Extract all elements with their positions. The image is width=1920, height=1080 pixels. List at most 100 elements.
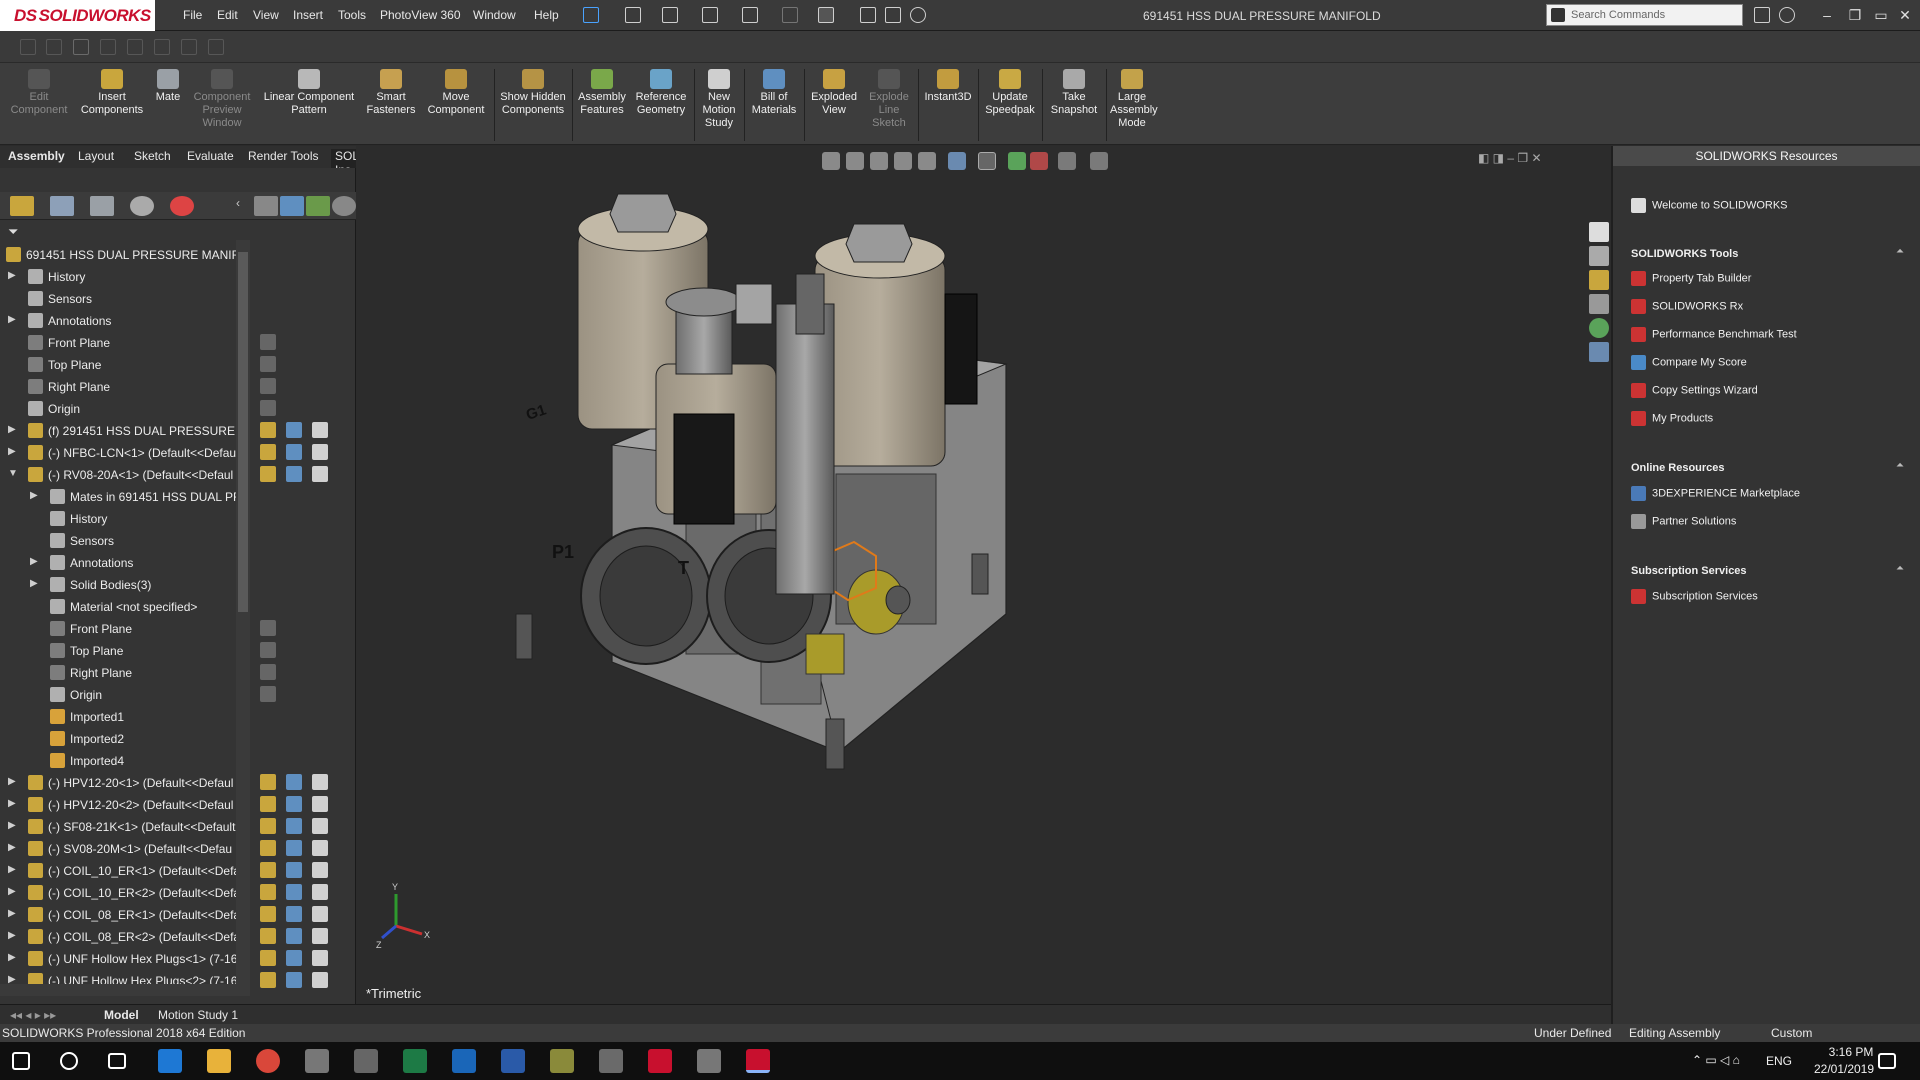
component-state-icon[interactable] [312, 928, 328, 944]
tree-item[interactable]: Right Plane [0, 376, 240, 398]
tree-item[interactable]: Material <not specified> [0, 596, 240, 618]
solidworks-active-icon[interactable] [746, 1049, 770, 1073]
previous-view-icon[interactable] [870, 152, 888, 170]
tree-item[interactable]: ▶ (-) SV08-20M<1> (Default<<Defau [0, 838, 240, 860]
tree-item[interactable]: ▶ (-) COIL_10_ER<2> (Default<<Defa [0, 882, 240, 904]
tree-item[interactable]: ▶ (f) 291451 HSS DUAL PRESSURE MA [0, 420, 240, 442]
visibility-icon[interactable] [260, 686, 276, 702]
collapse-icon[interactable]: ⏶ [1896, 246, 1904, 257]
tree-expander-icon[interactable]: ▶ [8, 952, 18, 963]
component-state-icon[interactable] [286, 906, 302, 922]
tree-item[interactable]: Sensors [0, 288, 240, 310]
tree-expander-icon[interactable]: ▶ [8, 314, 18, 325]
menu-photoview[interactable]: PhotoView 360 [380, 8, 461, 22]
edit-appearance-icon[interactable] [1030, 152, 1048, 170]
visibility-icon[interactable] [260, 664, 276, 680]
tree-expander-icon[interactable]: ▶ [8, 446, 18, 457]
tree-expander-icon[interactable]: ▶ [8, 820, 18, 831]
tree-expander-icon[interactable]: ▶ [8, 930, 18, 941]
custom-properties-icon[interactable] [1589, 342, 1609, 362]
chrome-icon[interactable] [256, 1049, 280, 1073]
print-icon[interactable] [742, 7, 758, 23]
component-state-icon[interactable] [312, 422, 328, 438]
tab-assembly[interactable]: Assembly [8, 149, 65, 163]
component-state-icon[interactable] [312, 466, 328, 482]
home-icon[interactable] [1589, 222, 1609, 242]
reference-geometry-button[interactable]: Reference Geometry [632, 67, 690, 117]
appearances-icon[interactable] [1589, 318, 1609, 338]
tree-item[interactable]: Right Plane [0, 662, 240, 684]
clock-date[interactable]: 22/01/2019 [1799, 1062, 1889, 1076]
toolbar-icon[interactable] [20, 39, 36, 55]
tree-item[interactable]: History [0, 508, 240, 530]
tree-item[interactable]: ▶ (-) COIL_08_ER<2> (Default<<Defa [0, 926, 240, 948]
edge-icon[interactable] [158, 1049, 182, 1073]
component-state-icon[interactable] [312, 840, 328, 856]
component-state-icon[interactable] [286, 466, 302, 482]
help-icon[interactable] [1779, 7, 1795, 23]
tree-expander-icon[interactable]: ▶ [8, 270, 18, 281]
component-state-icon[interactable] [260, 422, 276, 438]
tab-layout[interactable]: Layout [78, 149, 114, 163]
assembly-features-button[interactable]: Assembly Features [576, 67, 628, 117]
tree-expander-icon[interactable]: ▶ [30, 578, 40, 589]
menu-view[interactable]: View [253, 8, 279, 22]
select-arrow-icon[interactable] [818, 7, 834, 23]
apply-scene-icon[interactable] [1058, 152, 1076, 170]
component-state-icon[interactable] [312, 444, 328, 460]
toolbar-icon[interactable] [181, 39, 197, 55]
visibility-icon[interactable] [260, 620, 276, 636]
pdf-icon[interactable] [599, 1049, 623, 1073]
pin-icon[interactable] [583, 7, 599, 23]
component-state-icon[interactable] [286, 774, 302, 790]
tree-item[interactable]: Front Plane [0, 618, 240, 640]
bill-of-materials-button[interactable]: Bill of Materials [748, 67, 800, 117]
tree-expander-icon[interactable]: ▶ [8, 798, 18, 809]
tab-render-tools[interactable]: Render Tools [248, 149, 319, 163]
tree-item[interactable]: Origin [0, 398, 240, 420]
component-state-icon[interactable] [312, 862, 328, 878]
file-properties-icon[interactable] [885, 7, 901, 23]
tree-expander-icon[interactable]: ▼ [8, 468, 18, 479]
action-center-icon[interactable] [1878, 1053, 1896, 1069]
windows-start-icon[interactable] [12, 1052, 30, 1070]
component-state-icon[interactable] [286, 840, 302, 856]
search-scope-icon[interactable] [1551, 8, 1565, 22]
large-assembly-mode-button[interactable]: Large Assembly Mode [1110, 67, 1158, 130]
connector-right[interactable] [944, 293, 978, 405]
app-icon[interactable] [354, 1049, 378, 1073]
menu-insert[interactable]: Insert [293, 8, 323, 22]
options-gear-icon[interactable] [910, 7, 926, 23]
compare-my-score-link[interactable]: Compare My Score [1631, 355, 1747, 373]
zoom-to-fit-icon[interactable] [822, 152, 840, 170]
toolbar-icon[interactable] [127, 39, 143, 55]
save-icon[interactable] [702, 7, 718, 23]
solidworks-logo[interactable]: DS SOLIDWORKS [0, 0, 155, 31]
cortana-icon[interactable] [60, 1052, 78, 1070]
tree-item[interactable]: Imported2 [0, 728, 240, 750]
tree-horizontal-scrollbar[interactable] [0, 984, 250, 996]
tree-item[interactable]: ▶ Solid Bodies(3) [0, 574, 240, 596]
tree-item[interactable]: ▶ Annotations [0, 310, 240, 332]
visibility-icon[interactable] [260, 334, 276, 350]
component-preview-window-button[interactable]: Component Preview Window [188, 67, 256, 130]
collapse-icon[interactable]: ⏶ [1896, 563, 1904, 574]
subscription-services-link[interactable]: Subscription Services [1631, 589, 1758, 607]
menu-help[interactable]: Help [534, 8, 559, 22]
connector-front[interactable] [673, 413, 735, 525]
tree-item[interactable]: ▶ (-) COIL_10_ER<1> (Default<<Defa [0, 860, 240, 882]
copy-settings-wizard-link[interactable]: Copy Settings Wizard [1631, 383, 1758, 401]
tree-item[interactable]: Imported1 [0, 706, 240, 728]
smart-fasteners-button[interactable]: Smart Fasteners [362, 67, 420, 117]
scroll-thumb[interactable] [238, 252, 248, 612]
component-state-icon[interactable] [312, 884, 328, 900]
menu-window[interactable]: Window [473, 8, 516, 22]
display-manager-tab-icon[interactable] [170, 196, 194, 216]
viewport-window-controls[interactable]: ◧ ◨ – ❐ ✕ [1478, 151, 1542, 165]
new-motion-study-button[interactable]: New Motion Study [698, 67, 740, 130]
section-view-icon[interactable] [894, 152, 912, 170]
task-view-icon[interactable] [108, 1053, 126, 1069]
component-state-icon[interactable] [260, 466, 276, 482]
file-explorer-icon[interactable] [1589, 270, 1609, 290]
featuremanager-tab-icon[interactable] [10, 196, 34, 216]
